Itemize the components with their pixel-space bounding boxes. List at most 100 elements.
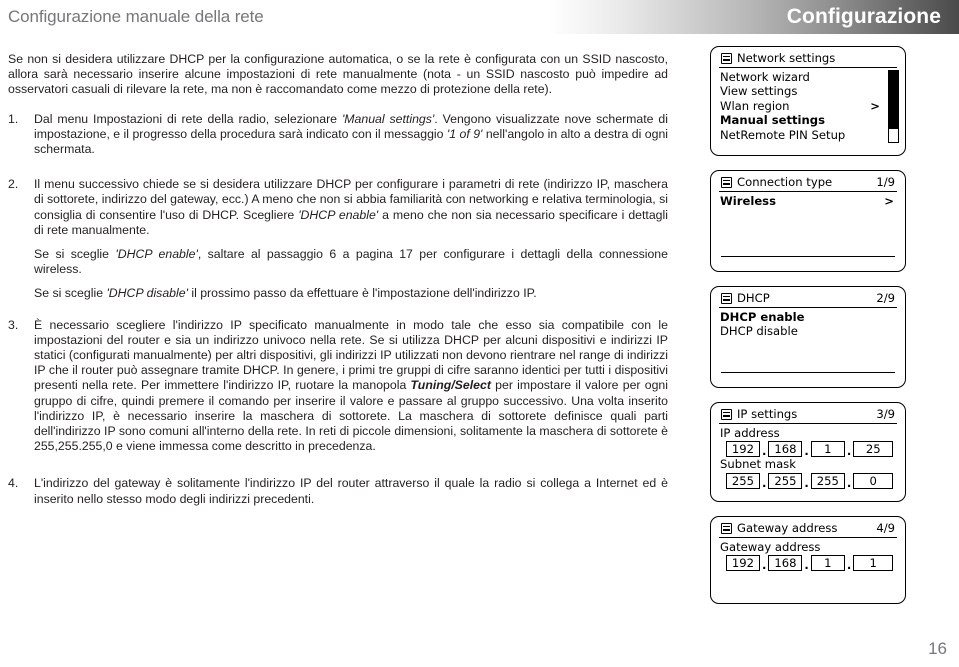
gateway-octet-1[interactable]: 192: [726, 555, 760, 572]
screen-bottom-divider: [721, 371, 895, 373]
menu-item-netremote-pin-setup[interactable]: NetRemote PIN Setup: [720, 128, 896, 143]
subnet-mask-label: Subnet mask: [720, 457, 896, 472]
screen-title-row: DHCP 2/9: [719, 291, 897, 308]
ip-separator: .: [804, 475, 809, 490]
screen-title: DHCP: [737, 291, 770, 305]
screen-network-settings: Network settings Network wizard View set…: [710, 46, 906, 156]
step-body: È necessario scegliere l'indirizzo IP sp…: [34, 318, 668, 455]
screen-body: Wireless >: [718, 194, 898, 256]
step-number: 4.: [8, 476, 19, 491]
menu-item-wireless[interactable]: Wireless >: [720, 194, 896, 209]
chevron-right-icon: >: [884, 193, 894, 208]
ip-address-field[interactable]: 192 . 168 . 1 . 25: [726, 441, 896, 459]
step-paragraph: È necessario scegliere l'indirizzo IP sp…: [34, 317, 668, 454]
ip-octet-3[interactable]: 1: [810, 441, 845, 458]
screen-dhcp: DHCP 2/9 DHCP enable DHCP disable: [710, 286, 906, 388]
screen-body: DHCP enable DHCP disable: [718, 310, 898, 372]
ip-octet-1[interactable]: 192: [726, 441, 760, 458]
step-number: 1.: [8, 111, 19, 126]
gateway-address-label: Gateway address: [720, 540, 896, 555]
page-title: Configurazione manuale della rete: [8, 7, 264, 26]
subnet-octet-1[interactable]: 255: [726, 472, 760, 489]
menu-list-icon: [721, 522, 732, 534]
page-number: 16: [928, 639, 947, 658]
screen-connection-type: Connection type 1/9 Wireless >: [710, 170, 906, 272]
subnet-octet-4[interactable]: 0: [853, 472, 894, 489]
menu-item-wlan-region[interactable]: Wlan region >: [720, 99, 896, 114]
menu-item-label: Wireless: [720, 193, 776, 208]
scrollbar[interactable]: [888, 69, 899, 143]
field-label: Subnet mask: [720, 457, 796, 472]
step-body: Il menu successivo chiede se si desidera…: [34, 177, 668, 301]
screen-step-counter: 1/9: [876, 175, 895, 189]
screen-step-counter: 3/9: [876, 407, 895, 421]
screen-bottom-divider: [721, 255, 895, 257]
subnet-octet-2[interactable]: 255: [768, 472, 803, 489]
gateway-octet-4[interactable]: 1: [853, 555, 894, 572]
step-item-4: 4. L'indirizzo del gateway è solitamente…: [8, 476, 668, 506]
ip-separator: .: [762, 444, 767, 459]
step-number: 3.: [8, 317, 19, 332]
ip-separator: .: [846, 558, 852, 573]
gateway-address-field[interactable]: 192 . 168 . 1 . 1: [726, 555, 896, 573]
step-body: Dal menu Impostazioni di rete della radi…: [34, 112, 668, 158]
screen-title: IP settings: [737, 407, 798, 421]
ip-octet-4[interactable]: 25: [853, 441, 894, 458]
menu-item-label: Manual settings: [720, 113, 825, 128]
menu-item-label: DHCP disable: [720, 324, 798, 339]
screen-title-row: IP settings 3/9: [719, 407, 897, 424]
menu-item-label: DHCP enable: [720, 309, 805, 324]
ip-separator: .: [804, 558, 809, 573]
step-body: L'indirizzo del gateway è solitamente l'…: [34, 476, 668, 506]
step-paragraph: Se si sceglie 'DHCP disable' il prossimo…: [34, 286, 537, 301]
screen-title-row: Network settings: [719, 51, 897, 68]
step-paragraph: Dal menu Impostazioni di rete della radi…: [34, 111, 669, 157]
menu-item-label: Network wizard: [720, 69, 810, 84]
menu-item-manual-settings[interactable]: Manual settings: [720, 113, 896, 128]
ip-octet-2[interactable]: 168: [768, 441, 803, 458]
step-paragraph: Il menu successivo chiede se si desidera…: [34, 177, 668, 237]
menu-list-icon: [721, 176, 732, 188]
ip-separator: .: [846, 475, 852, 490]
menu-list-icon: [721, 52, 732, 64]
screen-body: Network wizard View settings Wlan region…: [718, 69, 899, 143]
ip-separator: .: [846, 444, 852, 459]
screen-title: Connection type: [737, 175, 833, 189]
step-paragraph: L'indirizzo del gateway è solitamente l'…: [34, 476, 668, 506]
screen-body: Gateway address 192 . 168 . 1 . 1: [718, 540, 898, 572]
menu-item-dhcp-disable[interactable]: DHCP disable: [720, 324, 896, 339]
section-title: Configurazione: [786, 5, 941, 28]
step-number: 2.: [8, 177, 19, 192]
screen-body: IP address 192 . 168 . 1 . 25 Subnet mas…: [718, 426, 898, 489]
ip-separator: .: [762, 475, 767, 490]
lcd-screens-column: Network settings Network wizard View set…: [710, 46, 910, 618]
content-column: Se non si desidera utilizzare DHCP per l…: [8, 52, 668, 516]
gateway-octet-2[interactable]: 168: [768, 555, 803, 572]
ip-address-label: IP address: [720, 426, 896, 441]
intro-paragraph: Se non si desidera utilizzare DHCP per l…: [8, 52, 668, 97]
step-item-3: 3. È necessario scegliere l'indirizzo IP…: [8, 318, 668, 455]
screen-gateway-address: Gateway address 4/9 Gateway address 192 …: [710, 516, 906, 604]
menu-item-label: View settings: [720, 84, 798, 99]
subnet-octet-3[interactable]: 255: [810, 472, 845, 489]
menu-item-dhcp-enable[interactable]: DHCP enable: [720, 310, 896, 325]
menu-item-label: Wlan region: [720, 98, 790, 113]
step-paragraph: Se si sceglie 'DHCP enable', saltare al …: [34, 247, 668, 277]
menu-item-view-settings[interactable]: View settings: [720, 84, 896, 99]
screen-step-counter: 4/9: [876, 521, 895, 535]
menu-item-label: NetRemote PIN Setup: [720, 127, 846, 142]
screen-ip-settings: IP settings 3/9 IP address 192 . 168 . 1…: [710, 402, 906, 502]
ip-separator: .: [804, 444, 809, 459]
screen-title-row: Gateway address 4/9: [719, 521, 897, 538]
field-label: Gateway address: [720, 539, 821, 554]
screen-title: Gateway address: [737, 521, 838, 535]
gateway-octet-3[interactable]: 1: [810, 555, 845, 572]
field-label: IP address: [720, 425, 780, 440]
screen-title: Network settings: [737, 51, 836, 65]
menu-list-icon: [721, 408, 732, 420]
scrollbar-thumb[interactable]: [889, 70, 898, 129]
step-item-2: 2. Il menu successivo chiede se si desid…: [8, 177, 668, 301]
screen-title-row: Connection type 1/9: [719, 175, 897, 192]
subnet-mask-field[interactable]: 255 . 255 . 255 . 0: [726, 472, 896, 490]
menu-item-network-wizard[interactable]: Network wizard: [720, 70, 896, 85]
